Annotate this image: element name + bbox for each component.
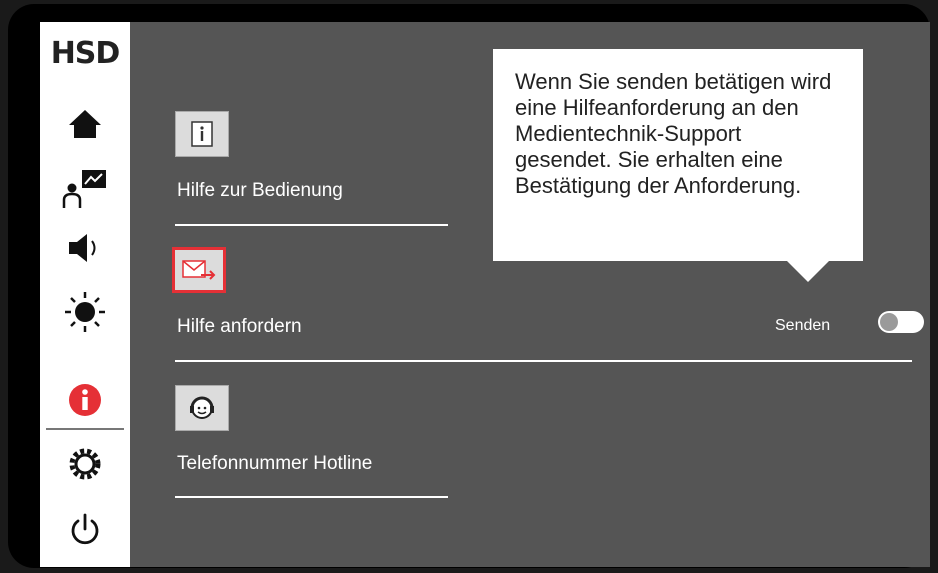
hotline-button[interactable] <box>175 385 229 431</box>
info-document-icon <box>191 121 213 147</box>
send-label: Senden <box>775 317 831 334</box>
info-button[interactable] <box>40 372 130 428</box>
presenter-icon <box>62 170 106 208</box>
toggle-knob <box>880 313 898 331</box>
audio-button[interactable] <box>40 220 130 276</box>
send-toggle[interactable] <box>878 311 924 333</box>
settings-icon <box>69 448 101 480</box>
tooltip-arrow <box>786 260 830 282</box>
home-button[interactable] <box>40 96 130 152</box>
touch-panel-screen: HSD Hilfe zur Bedienung Hilfe anfordern … <box>40 22 930 567</box>
hotline-label: Telefonnummer Hotline <box>177 453 373 474</box>
home-icon <box>69 110 101 138</box>
help-operation-button[interactable] <box>175 111 229 157</box>
send-mail-icon <box>182 260 216 280</box>
request-help-button[interactable] <box>172 247 226 293</box>
tooltip-text: Wenn Sie senden betätigen wird eine Hilf… <box>515 69 832 198</box>
power-button[interactable] <box>40 502 130 558</box>
sidebar-divider <box>46 428 124 430</box>
divider <box>175 360 912 362</box>
speaker-icon <box>69 234 96 262</box>
brightness-icon <box>65 292 105 332</box>
request-help-label: Hilfe anfordern <box>177 316 302 337</box>
presenter-button[interactable] <box>40 158 130 214</box>
main-content: Hilfe zur Bedienung Hilfe anfordern Send… <box>130 22 930 567</box>
info-icon <box>69 384 101 416</box>
divider <box>175 496 448 498</box>
divider <box>175 224 448 226</box>
brightness-button[interactable] <box>40 284 130 340</box>
headset-icon <box>190 396 214 419</box>
power-icon <box>71 513 99 545</box>
settings-button[interactable] <box>40 436 130 492</box>
sidebar: HSD <box>40 22 130 567</box>
help-operation-label: Hilfe zur Bedienung <box>177 180 343 201</box>
hsd-logo: HSD <box>50 36 121 71</box>
device-frame: HSD Hilfe zur Bedienung Hilfe anfordern … <box>8 4 930 568</box>
help-tooltip: Wenn Sie senden betätigen wird eine Hilf… <box>493 49 863 261</box>
